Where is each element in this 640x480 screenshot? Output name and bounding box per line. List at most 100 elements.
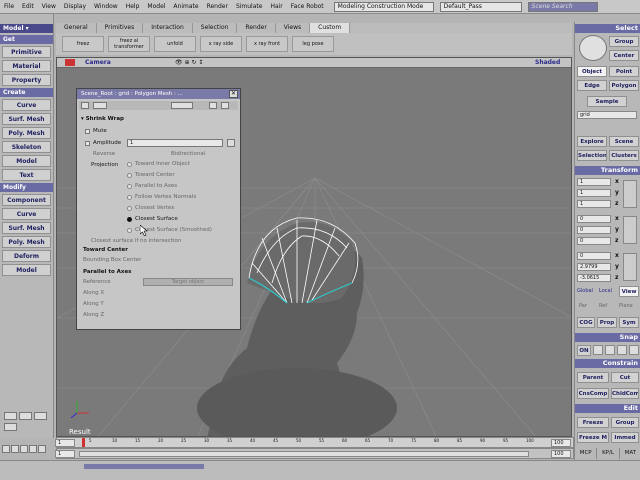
explore-button[interactable]: Explore: [577, 136, 607, 147]
last-frame-icon[interactable]: [38, 445, 46, 453]
freeze-m-button[interactable]: Freeze M: [577, 432, 609, 443]
pass-dropdown[interactable]: Default_Pass: [439, 1, 522, 12]
tab-kpl[interactable]: KP/L: [597, 448, 620, 459]
create-poly-mesh-button[interactable]: Poly. Mesh: [2, 127, 51, 139]
bounding-box-center-label[interactable]: Bounding Box Center: [83, 257, 141, 263]
timeline-end-field[interactable]: 100: [551, 439, 571, 447]
cnscomp-button[interactable]: CnsComp: [577, 388, 609, 399]
layout-quad-icon[interactable]: [4, 412, 17, 420]
snap-grid-icon[interactable]: [617, 345, 627, 355]
snap-point-icon[interactable]: [593, 345, 603, 355]
menu-animate[interactable]: Animate: [169, 3, 202, 10]
option-closest-surface[interactable]: Closest Surface: [135, 216, 178, 222]
snap-curve-icon[interactable]: [605, 345, 615, 355]
radio-toward-inner-object[interactable]: [127, 162, 132, 167]
edge-button[interactable]: Edge: [577, 80, 607, 91]
get-material-button[interactable]: Material: [2, 60, 51, 72]
option-closest-vertex[interactable]: Closest Vertex: [135, 205, 174, 211]
amplitude-anim-checkbox[interactable]: [85, 141, 90, 146]
prop-button[interactable]: Prop: [597, 317, 617, 328]
modify-curve-button[interactable]: Curve: [2, 208, 51, 220]
create-surf-mesh-button[interactable]: Surf. Mesh: [2, 113, 51, 125]
timeline-start-field[interactable]: 1: [55, 439, 75, 447]
par-button[interactable]: Par: [579, 303, 587, 309]
viewport-letter-icon[interactable]: [65, 59, 75, 66]
modify-poly-mesh-button[interactable]: Poly. Mesh: [2, 236, 51, 248]
viewport-controls[interactable]: 👁 ⊕ ↻ ↕: [175, 59, 213, 67]
x-ray-front-button[interactable]: x ray front: [246, 36, 288, 52]
create-skeleton-button[interactable]: Skeleton: [2, 141, 51, 153]
polygon-button[interactable]: Polygon: [609, 80, 639, 91]
translate-z-field[interactable]: -3.0615: [577, 274, 611, 282]
rotate-x-field[interactable]: 0: [577, 215, 611, 223]
menu-face-robot[interactable]: Face Robot: [287, 3, 328, 10]
tab-mcp[interactable]: MCP: [575, 448, 598, 459]
refresh-icon[interactable]: [221, 102, 229, 109]
x-ray-side-button[interactable]: x ray side: [200, 36, 242, 52]
bidirectional-label[interactable]: Bidirectional: [171, 151, 205, 157]
tab-views[interactable]: Views: [276, 23, 311, 33]
freeze-button[interactable]: Freeze: [577, 417, 609, 428]
along-y-label[interactable]: Along Y: [83, 301, 104, 307]
select-arrow-icon[interactable]: [579, 35, 607, 61]
rotate-z-field[interactable]: 0: [577, 237, 611, 245]
snap-on-button[interactable]: ON: [577, 345, 591, 356]
cut-button[interactable]: Cut: [611, 372, 639, 383]
radio-closest-surface-smoothed[interactable]: [127, 228, 132, 233]
view-button[interactable]: View: [619, 286, 639, 297]
menu-model[interactable]: Model: [143, 3, 169, 10]
point-button[interactable]: Point: [609, 66, 639, 77]
menu-view[interactable]: View: [38, 3, 60, 10]
shrink-wrap-section[interactable]: ▾ Shrink Wrap: [81, 116, 124, 122]
tab-render[interactable]: Render: [237, 23, 276, 33]
local-button[interactable]: Local: [599, 288, 612, 294]
plane-button[interactable]: Plane: [619, 303, 633, 309]
play-icon[interactable]: [20, 445, 28, 453]
leg-pose-button[interactable]: leg pose: [292, 36, 334, 52]
menu-help[interactable]: Help: [122, 3, 144, 10]
snap-surface-icon[interactable]: [629, 345, 639, 355]
scale-y-field[interactable]: 1: [577, 189, 611, 197]
tab-general[interactable]: General: [56, 23, 97, 33]
object-button[interactable]: Object: [577, 66, 607, 77]
close-icon[interactable]: ✕: [229, 90, 238, 98]
global-button[interactable]: Global: [577, 288, 593, 294]
center-button[interactable]: Center: [609, 50, 639, 61]
reverse-label[interactable]: Reverse: [93, 151, 115, 157]
layout-single-icon[interactable]: [4, 423, 17, 431]
prev-frame-icon[interactable]: [11, 445, 19, 453]
chldcomp-button[interactable]: ChldComp: [611, 388, 639, 399]
menu-render[interactable]: Render: [203, 3, 232, 10]
sym-button[interactable]: Sym: [619, 317, 639, 328]
immed-button[interactable]: Immed: [611, 432, 639, 443]
modify-surf-mesh-button[interactable]: Surf. Mesh: [2, 222, 51, 234]
timeline[interactable]: 1 5 10 15 20 25 30 35 40 45 50 55 60 65 …: [55, 437, 574, 448]
translate-tool-icon[interactable]: [623, 253, 637, 281]
range-slider[interactable]: 1 100: [55, 448, 574, 459]
mode-selector[interactable]: Model ▾: [0, 24, 53, 33]
selection-button[interactable]: Selection: [577, 150, 607, 161]
cog-button[interactable]: COG: [577, 317, 595, 328]
amplitude-field[interactable]: 1: [127, 139, 223, 147]
next-frame-icon[interactable]: [29, 445, 37, 453]
option-parallel-to-axes[interactable]: Parallel to Axes: [135, 183, 177, 189]
amplitude-slider-icon[interactable]: [227, 139, 235, 147]
create-text-button[interactable]: Text: [2, 169, 51, 181]
first-frame-icon[interactable]: [2, 445, 10, 453]
mute-checkbox[interactable]: [85, 129, 90, 134]
radio-closest-surface[interactable]: [127, 217, 132, 222]
construction-mode-dropdown[interactable]: Modeling Construction Mode: [333, 1, 434, 12]
scale-tool-icon[interactable]: [623, 180, 637, 208]
tab-mat[interactable]: MAT: [620, 448, 640, 459]
scale-x-field[interactable]: 1: [577, 178, 611, 186]
clusters-button[interactable]: Clusters: [609, 150, 639, 161]
range-bar[interactable]: [79, 451, 529, 457]
scale-z-field[interactable]: 1: [577, 200, 611, 208]
rotate-y-field[interactable]: 0: [577, 226, 611, 234]
tab-interaction[interactable]: Interaction: [143, 23, 193, 33]
radio-closest-vertex[interactable]: [127, 206, 132, 211]
create-model-button[interactable]: Model: [2, 155, 51, 167]
menu-simulate[interactable]: Simulate: [232, 3, 267, 10]
radio-parallel-to-axes[interactable]: [127, 184, 132, 189]
closest-surface-note[interactable]: Closest surface if no intersection: [91, 238, 181, 244]
